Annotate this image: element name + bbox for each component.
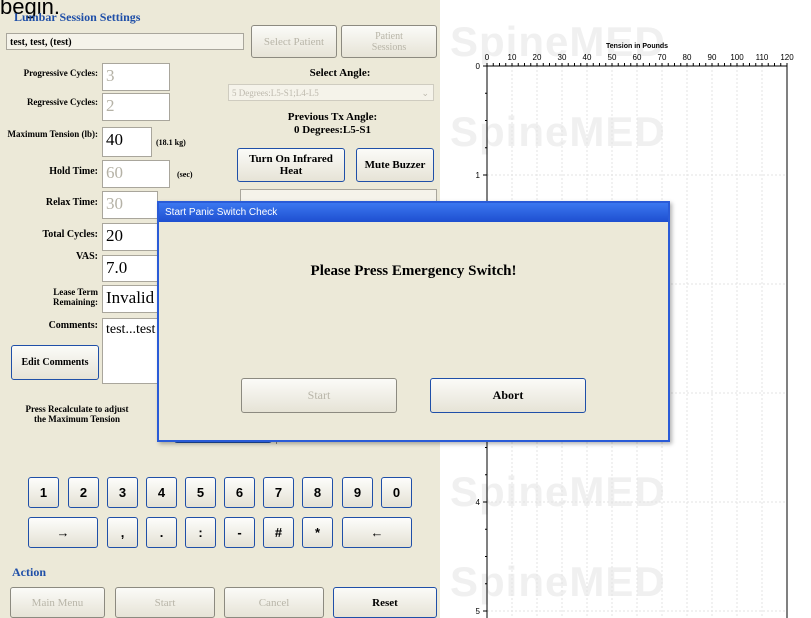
chevron-down-icon: ⌄ (421, 88, 429, 98)
comments-label: Comments: (48, 320, 98, 331)
regressive-cycles-field[interactable]: 2 (102, 93, 170, 121)
progressive-cycles-field[interactable]: 3 (102, 63, 170, 91)
previous-angle-title: Previous Tx Angle: (287, 111, 378, 123)
key-1[interactable]: 1 (28, 477, 59, 508)
x-tick-label: 120 (780, 53, 794, 62)
x-tick-label: 100 (730, 53, 744, 62)
x-tick-label: 0 (485, 53, 490, 62)
action-title: Action (12, 565, 46, 579)
x-tick-label: 40 (583, 53, 592, 62)
patient-sessions-button[interactable]: Patient Sessions (341, 25, 437, 58)
key-right-arrow[interactable]: → (28, 517, 98, 548)
x-tick-label: 110 (756, 53, 769, 62)
panel-title: Lumbar Session Settings (14, 10, 141, 24)
y-tick-label: 1 (476, 171, 481, 180)
relax-time-label: Relax Time: (45, 197, 98, 208)
cancel-button[interactable]: Cancel (224, 587, 324, 618)
regressive-cycles-label: Regressive Cycles: (26, 97, 98, 107)
key-8[interactable]: 8 (302, 477, 333, 508)
mute-buzzer-button[interactable]: Mute Buzzer (356, 148, 434, 182)
infrared-heat-button[interactable]: Turn On Infrared Heat (237, 148, 345, 182)
key-period[interactable]: . (146, 517, 177, 548)
key-colon[interactable]: : (185, 517, 216, 548)
key-6[interactable]: 6 (224, 477, 255, 508)
x-tick-label: 50 (608, 53, 617, 62)
key-5[interactable]: 5 (185, 477, 216, 508)
hold-time-label: Hold Time: (49, 166, 98, 177)
hold-time-field[interactable]: 60 (102, 160, 170, 188)
vas-field[interactable]: 7.0 (102, 255, 158, 282)
select-angle-label: Select Angle: (309, 67, 371, 79)
key-asterisk[interactable]: * (302, 517, 333, 548)
total-cycles-field[interactable]: 20 (102, 223, 158, 251)
edit-comments-button[interactable]: Edit Comments (11, 345, 99, 380)
main-menu-button[interactable]: Main Menu (10, 587, 105, 618)
key-3[interactable]: 3 (107, 477, 138, 508)
max-tension-label: Maximum Tension (lb): (7, 129, 98, 139)
patient-name-field[interactable]: test, test, (test) (6, 33, 244, 50)
key-2[interactable]: 2 (68, 477, 99, 508)
start-button[interactable]: Start (115, 587, 215, 618)
x-axis-title: Tension in Pounds (606, 43, 668, 50)
key-comma[interactable]: , (107, 517, 138, 548)
key-0[interactable]: 0 (381, 477, 412, 508)
relax-time-field[interactable]: 30 (102, 191, 158, 219)
progressive-cycles-label: Progressive Cycles: (23, 68, 98, 78)
key-4[interactable]: 4 (146, 477, 177, 508)
x-tick-label: 20 (533, 53, 542, 62)
lease-term-field[interactable]: Invalid (102, 285, 158, 313)
previous-angle-value: 0 Degrees:L5-S1 (293, 124, 372, 136)
total-cycles-label: Total Cycles: (42, 229, 98, 240)
y-tick-label: 5 (476, 607, 481, 616)
comments-field[interactable]: test...test (102, 318, 158, 384)
key-9[interactable]: 9 (342, 477, 373, 508)
x-tick-label: 80 (683, 53, 692, 62)
y-tick-label: 4 (476, 498, 481, 507)
lease-term-label: Lease Term Remaining: (53, 287, 98, 307)
x-tick-label: 30 (558, 53, 567, 62)
hold-time-unit: (sec) (177, 170, 193, 179)
key-hash[interactable]: # (263, 517, 294, 548)
y-tick-label: 0 (476, 62, 481, 71)
reset-button[interactable]: Reset (333, 587, 437, 618)
recalculate-note: Press Recalculate to adjust the Maximum … (25, 404, 129, 424)
max-tension-kg: (18.1 kg) (156, 138, 186, 147)
dialog-abort-button[interactable]: Abort (430, 378, 586, 413)
x-tick-label: 60 (633, 53, 642, 62)
dialog-message: Please Press Emergency Switch! (310, 263, 517, 279)
panic-switch-dialog: Start Panic Switch Check Please Press Em… (157, 201, 670, 442)
dialog-start-button[interactable]: Start (241, 378, 397, 413)
dialog-title: Start Panic Switch Check (159, 203, 668, 222)
vas-label: VAS: (75, 251, 98, 262)
angle-select[interactable]: 5 Degrees:L5-S1;L4-L5 ⌄ (228, 84, 434, 101)
x-tick-label: 10 (508, 53, 517, 62)
angle-select-value: 5 Degrees:L5-S1;L4-L5 (232, 88, 319, 98)
key-dash[interactable]: - (224, 517, 255, 548)
max-tension-field[interactable]: 40 (102, 127, 152, 157)
select-patient-button[interactable]: Select Patient (251, 25, 337, 58)
key-7[interactable]: 7 (263, 477, 294, 508)
x-tick-label: 70 (658, 53, 667, 62)
x-tick-label: 90 (708, 53, 717, 62)
key-backspace[interactable]: ← (342, 517, 412, 548)
